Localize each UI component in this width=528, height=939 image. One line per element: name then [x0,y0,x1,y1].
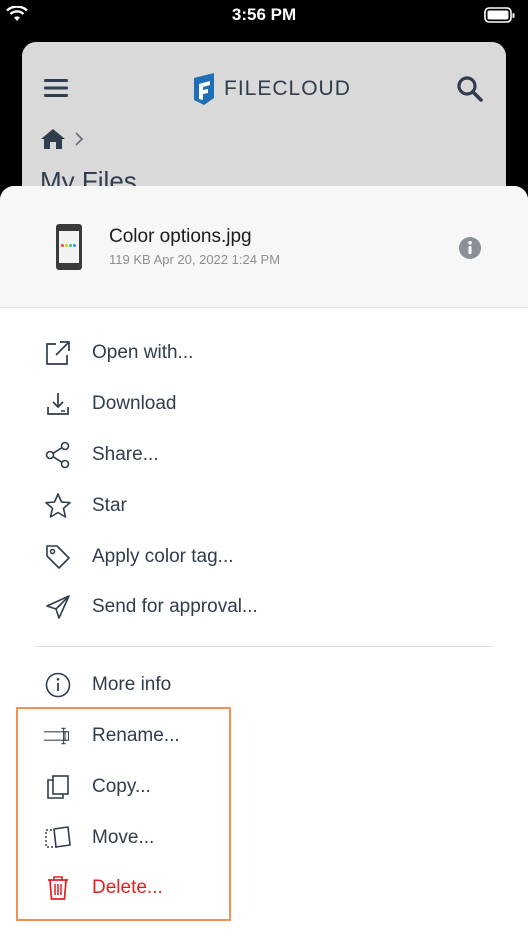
menu-item-rename[interactable]: Rename... [0,711,528,762]
trash-icon [44,874,72,902]
divider [35,645,493,647]
menu-item-label: Open with... [92,342,194,364]
file-header: Color options.jpg 119 KB Apr 20, 2022 1:… [0,186,528,308]
status-bar: 3:56 PM [0,0,528,32]
copy-icon [44,773,72,801]
hamburger-menu-icon[interactable] [44,78,68,103]
status-time: 3:56 PM [231,5,297,24]
menu-item-label: Share... [92,443,159,465]
external-link-icon [44,339,72,367]
menu-item-apply-color-tag[interactable]: Apply color tag... [0,531,528,582]
action-menu: Open with... Download Share... Star Appl… [0,308,528,914]
search-icon[interactable] [456,75,484,108]
menu-item-move[interactable]: Move... [0,812,528,863]
menu-item-label: Apply color tag... [92,545,234,567]
file-meta: 119 KB Apr 20, 2022 1:24 PM [109,252,281,267]
menu-item-label: Move... [92,826,155,848]
rename-icon [44,722,72,750]
home-icon[interactable] [40,128,66,155]
menu-item-download[interactable]: Download [0,379,528,430]
file-name: Color options.jpg [109,226,252,247]
menu-item-copy[interactable]: Copy... [0,761,528,812]
menu-item-label: Delete... [92,877,163,899]
menu-item-more-info[interactable]: More info [0,660,528,711]
menu-item-label: Copy... [92,775,151,797]
menu-item-send-for-approval[interactable]: Send for approval... [0,582,528,633]
download-icon [44,390,72,418]
move-icon [44,824,72,852]
share-icon [44,441,72,469]
info-icon[interactable] [458,236,482,265]
send-icon [44,593,72,621]
menu-item-label: Download [92,393,177,415]
menu-item-share[interactable]: Share... [0,430,528,481]
chevron-right-icon [74,131,84,152]
breadcrumb [40,128,84,155]
menu-item-label: Star [92,494,127,516]
battery-icon [484,6,516,29]
filecloud-logo: FILECLOUD [192,72,351,106]
star-icon [44,492,72,520]
info-circle-icon [44,671,72,699]
menu-item-label: More info [92,674,172,696]
tag-icon [44,543,72,571]
menu-item-label: Send for approval... [92,596,258,618]
menu-item-open-with[interactable]: Open with... [0,328,528,379]
menu-item-delete[interactable]: Delete... [0,863,528,914]
menu-item-label: Rename... [92,724,180,746]
menu-item-star[interactable]: Star [0,480,528,531]
logo-text: FILECLOUD [224,77,351,100]
action-sheet: Color options.jpg 119 KB Apr 20, 2022 1:… [0,186,528,939]
file-thumbnail [56,224,82,270]
